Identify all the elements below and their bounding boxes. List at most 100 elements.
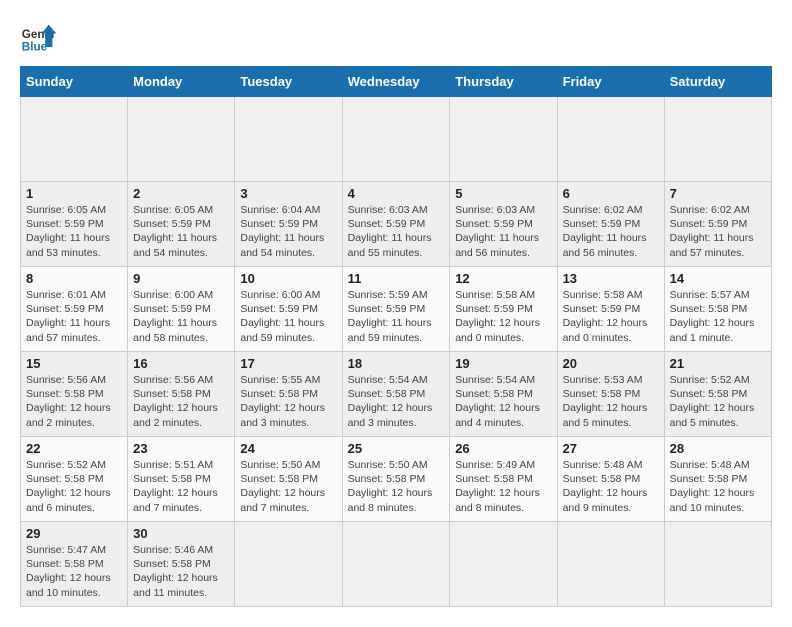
day-info: Sunrise: 6:05 AMSunset: 5:59 PMDaylight:… — [26, 203, 122, 260]
calendar-cell: 28Sunrise: 5:48 AMSunset: 5:58 PMDayligh… — [664, 437, 771, 522]
calendar-cell: 1 Sunrise: 6:05 AMSunset: 5:59 PMDaylight… — [21, 182, 128, 267]
day-number: 5 — [455, 186, 551, 201]
logo-icon: General Blue — [20, 20, 56, 56]
calendar-cell: 26 Sunrise: 5:49 AMSunset: 5:58 PMDayligh… — [450, 437, 557, 522]
day-info: Sunrise: 5:52 AMSunset: 5:58 PMDaylight:… — [26, 458, 122, 515]
calendar-week-row: 29 Sunrise: 5:47 AMSunset: 5:58 PMDayligh… — [21, 522, 772, 607]
day-info: Sunrise: 6:01 AMSunset: 5:59 PMDaylight:… — [26, 288, 122, 345]
day-info: Sunrise: 5:48 AMSunset: 5:58 PMDaylight:… — [563, 458, 659, 515]
calendar-cell — [557, 97, 664, 182]
weekday-header-row: SundayMondayTuesdayWednesdayThursdayFrid… — [21, 67, 772, 97]
day-number: 8 — [26, 271, 122, 286]
day-number: 27 — [563, 441, 659, 456]
calendar-cell: 24 Sunrise: 5:50 AMSunset: 5:58 PMDayligh… — [235, 437, 342, 522]
day-number: 12 — [455, 271, 551, 286]
calendar-cell: 18Sunrise: 5:54 AMSunset: 5:58 PMDayligh… — [342, 352, 450, 437]
day-number: 26 — [455, 441, 551, 456]
svg-text:Blue: Blue — [22, 41, 48, 54]
day-info: Sunrise: 5:58 AMSunset: 5:59 PMDaylight:… — [563, 288, 659, 345]
calendar-cell — [557, 522, 664, 607]
day-number: 25 — [348, 441, 445, 456]
day-number: 7 — [670, 186, 766, 201]
calendar-week-row: 15Sunrise: 5:56 AMSunset: 5:58 PMDayligh… — [21, 352, 772, 437]
calendar-cell: 8 Sunrise: 6:01 AMSunset: 5:59 PMDaylight… — [21, 267, 128, 352]
weekday-friday: Friday — [557, 67, 664, 97]
day-number: 19 — [455, 356, 551, 371]
calendar-cell: 23 Sunrise: 5:51 AMSunset: 5:58 PMDayligh… — [128, 437, 235, 522]
calendar-cell: 27 Sunrise: 5:48 AMSunset: 5:58 PMDayligh… — [557, 437, 664, 522]
calendar-cell: 12Sunrise: 5:58 AMSunset: 5:59 PMDayligh… — [450, 267, 557, 352]
day-info: Sunrise: 6:00 AMSunset: 5:59 PMDaylight:… — [240, 288, 336, 345]
page-header: General Blue — [20, 20, 772, 56]
calendar-cell — [450, 97, 557, 182]
calendar-week-row: 22Sunrise: 5:52 AMSunset: 5:58 PMDayligh… — [21, 437, 772, 522]
calendar-cell: 21Sunrise: 5:52 AMSunset: 5:58 PMDayligh… — [664, 352, 771, 437]
calendar-cell: 16Sunrise: 5:56 AMSunset: 5:58 PMDayligh… — [128, 352, 235, 437]
calendar-cell: 22Sunrise: 5:52 AMSunset: 5:58 PMDayligh… — [21, 437, 128, 522]
calendar-cell: 6Sunrise: 6:02 AMSunset: 5:59 PMDaylight… — [557, 182, 664, 267]
day-info: Sunrise: 5:49 AMSunset: 5:58 PMDaylight:… — [455, 458, 551, 515]
calendar-cell: 30Sunrise: 5:46 AMSunset: 5:58 PMDayligh… — [128, 522, 235, 607]
calendar-week-row: 8 Sunrise: 6:01 AMSunset: 5:59 PMDaylight… — [21, 267, 772, 352]
calendar-cell: 29 Sunrise: 5:47 AMSunset: 5:58 PMDayligh… — [21, 522, 128, 607]
day-number: 11 — [348, 271, 445, 286]
day-info: Sunrise: 5:51 AMSunset: 5:58 PMDaylight:… — [133, 458, 229, 515]
calendar-cell: 17Sunrise: 5:55 AMSunset: 5:58 PMDayligh… — [235, 352, 342, 437]
day-info: Sunrise: 6:03 AMSunset: 5:59 PMDaylight:… — [455, 203, 551, 260]
calendar-cell: 2Sunrise: 6:05 AMSunset: 5:59 PMDaylight… — [128, 182, 235, 267]
logo: General Blue — [20, 20, 60, 56]
day-info: Sunrise: 5:55 AMSunset: 5:58 PMDaylight:… — [240, 373, 336, 430]
weekday-tuesday: Tuesday — [235, 67, 342, 97]
calendar-cell — [235, 97, 342, 182]
calendar-cell — [450, 522, 557, 607]
calendar-cell — [235, 522, 342, 607]
day-info: Sunrise: 6:03 AMSunset: 5:59 PMDaylight:… — [348, 203, 445, 260]
calendar-body: 1 Sunrise: 6:05 AMSunset: 5:59 PMDaylight… — [21, 97, 772, 607]
day-info: Sunrise: 5:54 AMSunset: 5:58 PMDaylight:… — [455, 373, 551, 430]
day-number: 20 — [563, 356, 659, 371]
day-info: Sunrise: 5:57 AMSunset: 5:58 PMDaylight:… — [670, 288, 766, 345]
calendar-cell: 20 Sunrise: 5:53 AMSunset: 5:58 PMDayligh… — [557, 352, 664, 437]
day-number: 23 — [133, 441, 229, 456]
calendar-cell: 13Sunrise: 5:58 AMSunset: 5:59 PMDayligh… — [557, 267, 664, 352]
calendar-cell — [664, 522, 771, 607]
day-info: Sunrise: 5:59 AMSunset: 5:59 PMDaylight:… — [348, 288, 445, 345]
day-info: Sunrise: 5:56 AMSunset: 5:58 PMDaylight:… — [26, 373, 122, 430]
day-info: Sunrise: 5:52 AMSunset: 5:58 PMDaylight:… — [670, 373, 766, 430]
weekday-sunday: Sunday — [21, 67, 128, 97]
day-number: 24 — [240, 441, 336, 456]
calendar-cell — [664, 97, 771, 182]
day-info: Sunrise: 5:46 AMSunset: 5:58 PMDaylight:… — [133, 543, 229, 600]
weekday-wednesday: Wednesday — [342, 67, 450, 97]
calendar-cell: 4 Sunrise: 6:03 AMSunset: 5:59 PMDaylight… — [342, 182, 450, 267]
calendar-table: SundayMondayTuesdayWednesdayThursdayFrid… — [20, 66, 772, 607]
calendar-cell: 19 Sunrise: 5:54 AMSunset: 5:58 PMDayligh… — [450, 352, 557, 437]
day-number: 4 — [348, 186, 445, 201]
day-info: Sunrise: 5:50 AMSunset: 5:58 PMDaylight:… — [240, 458, 336, 515]
day-info: Sunrise: 5:54 AMSunset: 5:58 PMDaylight:… — [348, 373, 445, 430]
day-number: 9 — [133, 271, 229, 286]
calendar-week-row — [21, 97, 772, 182]
weekday-monday: Monday — [128, 67, 235, 97]
calendar-cell — [128, 97, 235, 182]
day-info: Sunrise: 5:47 AMSunset: 5:58 PMDaylight:… — [26, 543, 122, 600]
calendar-cell: 10 Sunrise: 6:00 AMSunset: 5:59 PMDayligh… — [235, 267, 342, 352]
day-info: Sunrise: 5:50 AMSunset: 5:58 PMDaylight:… — [348, 458, 445, 515]
calendar-cell — [342, 522, 450, 607]
calendar-cell: 14 Sunrise: 5:57 AMSunset: 5:58 PMDayligh… — [664, 267, 771, 352]
day-info: Sunrise: 6:00 AMSunset: 5:59 PMDaylight:… — [133, 288, 229, 345]
weekday-thursday: Thursday — [450, 67, 557, 97]
calendar-cell — [21, 97, 128, 182]
day-number: 29 — [26, 526, 122, 541]
day-info: Sunrise: 6:05 AMSunset: 5:59 PMDaylight:… — [133, 203, 229, 260]
day-info: Sunrise: 6:02 AMSunset: 5:59 PMDaylight:… — [563, 203, 659, 260]
calendar-cell: 7Sunrise: 6:02 AMSunset: 5:59 PMDaylight… — [664, 182, 771, 267]
calendar-cell: 9 Sunrise: 6:00 AMSunset: 5:59 PMDaylight… — [128, 267, 235, 352]
day-number: 1 — [26, 186, 122, 201]
day-info: Sunrise: 5:53 AMSunset: 5:58 PMDaylight:… — [563, 373, 659, 430]
day-number: 14 — [670, 271, 766, 286]
day-info: Sunrise: 5:56 AMSunset: 5:58 PMDaylight:… — [133, 373, 229, 430]
calendar-week-row: 1 Sunrise: 6:05 AMSunset: 5:59 PMDaylight… — [21, 182, 772, 267]
day-number: 10 — [240, 271, 336, 286]
calendar-cell: 3Sunrise: 6:04 AMSunset: 5:59 PMDaylight… — [235, 182, 342, 267]
